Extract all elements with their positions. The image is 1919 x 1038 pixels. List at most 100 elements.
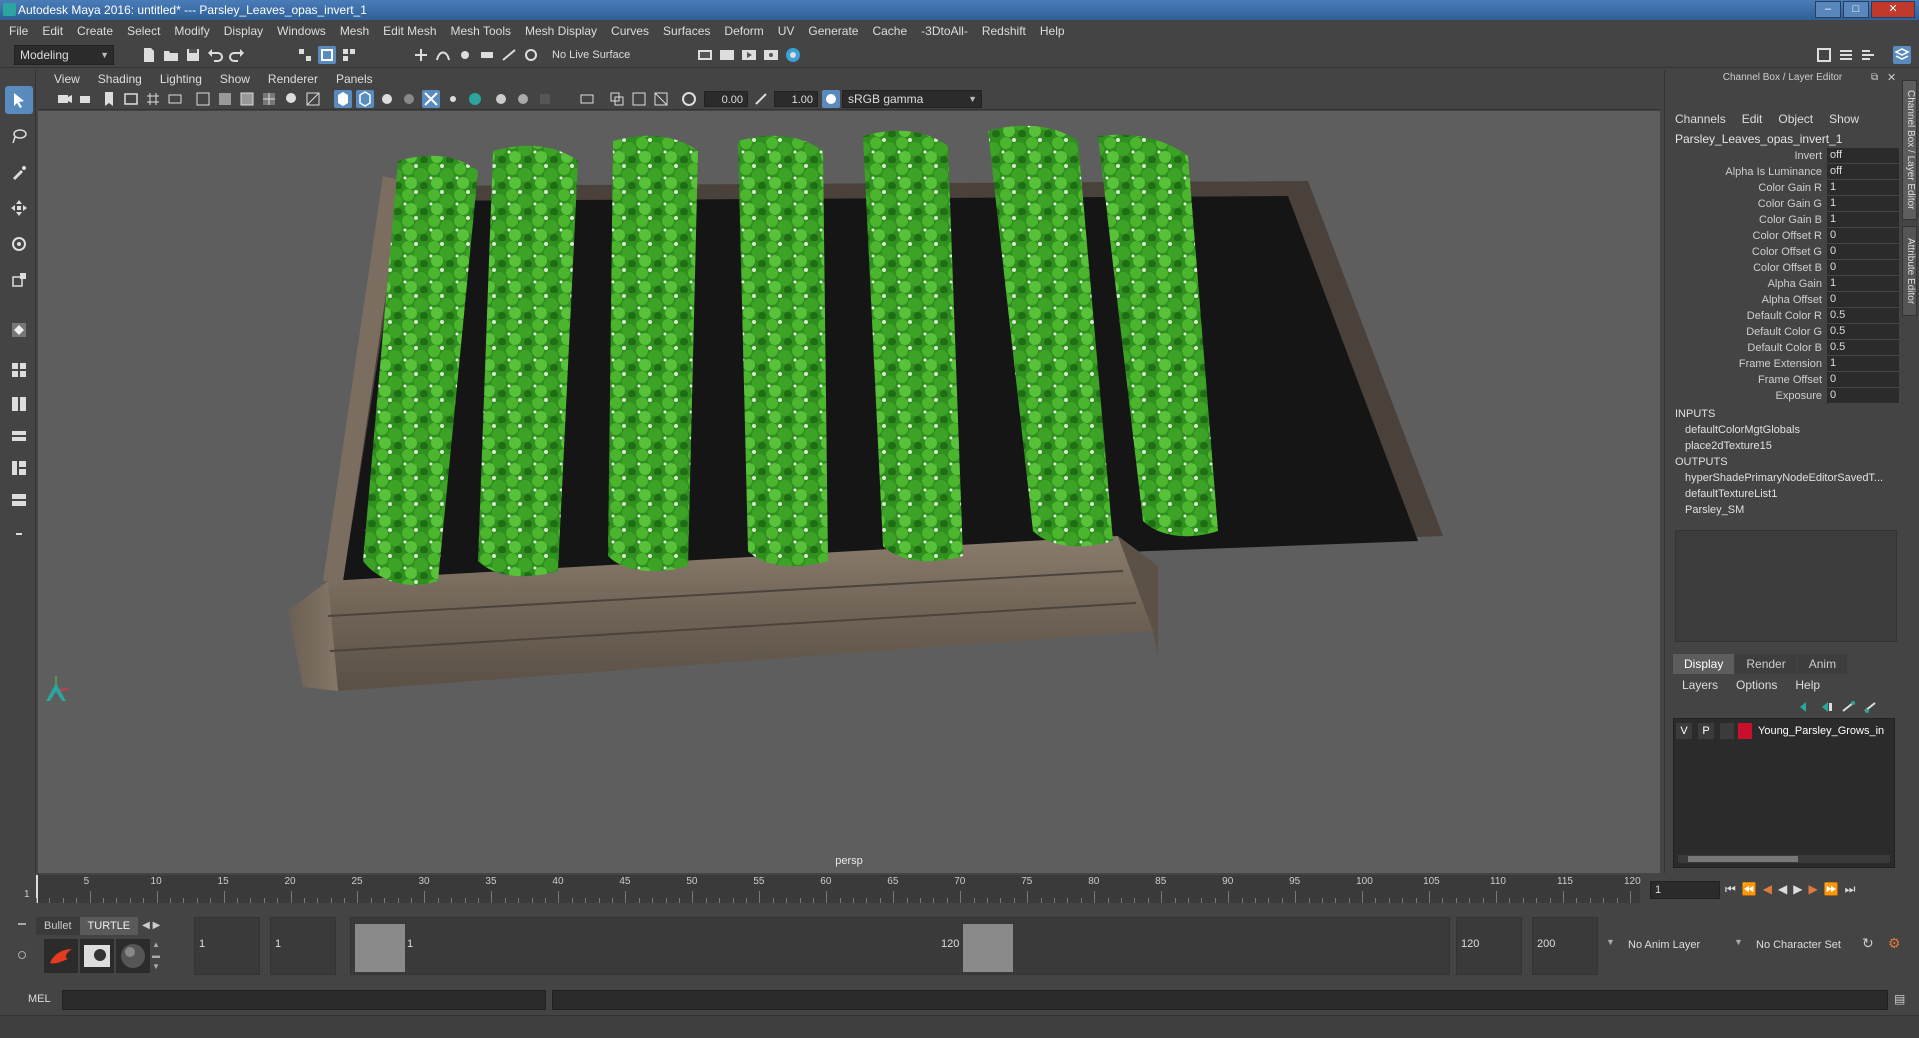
layer-color-swatch[interactable]: [1738, 723, 1752, 739]
move-layer-down-icon[interactable]: [1818, 698, 1836, 716]
attr-row[interactable]: Alpha Offset 0: [1665, 292, 1899, 308]
render-settings-icon[interactable]: [762, 46, 780, 64]
graph-layout-icon[interactable]: [5, 454, 33, 482]
menu-curves[interactable]: Curves: [611, 24, 649, 38]
tab-channel-box[interactable]: Channel Box / Layer Editor: [1902, 80, 1917, 220]
script-editor-icon[interactable]: ▤: [1894, 992, 1905, 1006]
attribute-editor-toggle-icon[interactable]: [1859, 46, 1877, 64]
safe-title-icon[interactable]: [630, 90, 648, 108]
textured-icon[interactable]: [260, 90, 278, 108]
select-component-icon[interactable]: [340, 46, 358, 64]
snap-curve-icon[interactable]: [434, 46, 452, 64]
use-lights-icon[interactable]: [282, 90, 300, 108]
cb-menu-edit[interactable]: Edit: [1742, 112, 1763, 126]
layer-display-type[interactable]: [1720, 723, 1734, 739]
paint-select-tool-icon[interactable]: [5, 158, 33, 186]
output-node[interactable]: defaultTextureList1: [1685, 488, 1777, 500]
range-slider-end-handle[interactable]: [963, 924, 1013, 972]
exposure-icon[interactable]: [680, 90, 698, 108]
lasso-tool-icon[interactable]: [5, 122, 33, 150]
input-node[interactable]: defaultColorMgtGlobals: [1685, 424, 1800, 436]
attr-row[interactable]: Color Gain R1: [1665, 180, 1899, 196]
hypershade-layout-icon[interactable]: [5, 486, 33, 514]
selected-node-name[interactable]: Parsley_Leaves_opas_invert_1: [1675, 132, 1842, 146]
menu-help[interactable]: Help: [1040, 24, 1065, 38]
panel-menu-renderer[interactable]: Renderer: [268, 72, 318, 86]
workspace-icon[interactable]: [1815, 46, 1833, 64]
hud-sphere-icon[interactable]: [492, 90, 510, 108]
cb-menu-channels[interactable]: Channels: [1675, 112, 1726, 126]
depth-of-field-icon[interactable]: [466, 90, 484, 108]
layer-menu-help[interactable]: Help: [1795, 678, 1820, 692]
float-panel-icon[interactable]: ⧉: [1871, 72, 1878, 83]
move-layer-up-icon[interactable]: [1796, 698, 1814, 716]
menu-mesh[interactable]: Mesh: [340, 24, 369, 38]
menu-generate[interactable]: Generate: [808, 24, 858, 38]
menu-redshift[interactable]: Redshift: [982, 24, 1026, 38]
attr-row[interactable]: Frame Offset 0: [1665, 372, 1899, 388]
single-pane-layout-icon[interactable]: [5, 356, 33, 384]
attr-row[interactable]: Color Gain G1: [1665, 196, 1899, 212]
play-forward-icon[interactable]: ▶: [1793, 882, 1802, 897]
view-transform-selector[interactable]: sRGB gamma ▼: [842, 90, 982, 108]
multisample-aa-icon[interactable]: [444, 90, 462, 108]
go-to-end-icon[interactable]: ⏭: [1845, 882, 1856, 897]
save-scene-icon[interactable]: [184, 46, 202, 64]
make-live-icon[interactable]: [522, 46, 540, 64]
film-gate-icon[interactable]: [166, 90, 184, 108]
menu-uv[interactable]: UV: [778, 24, 795, 38]
maximize-button[interactable]: □: [1843, 1, 1869, 18]
range-slider-start-handle[interactable]: [355, 924, 405, 972]
tab-attribute-editor[interactable]: Attribute Editor: [1902, 226, 1917, 316]
tab-display[interactable]: Display: [1673, 654, 1735, 674]
resolution-gate-icon[interactable]: [578, 90, 596, 108]
panel-menu-show[interactable]: Show: [220, 72, 250, 86]
xray-icon[interactable]: [334, 90, 352, 108]
menu-edit-mesh[interactable]: Edit Mesh: [383, 24, 436, 38]
attr-row[interactable]: Alpha Gain 1: [1665, 276, 1899, 292]
wireframe-icon[interactable]: [194, 90, 212, 108]
menu-cache[interactable]: Cache: [872, 24, 907, 38]
attr-row[interactable]: Default Color B 0.5: [1665, 340, 1899, 356]
chevron-down-icon[interactable]: ▼: [1606, 937, 1615, 947]
panel-menu-shading[interactable]: Shading: [98, 72, 142, 86]
shelf-fire-icon[interactable]: [44, 939, 78, 973]
animation-end-field[interactable]: 200: [1532, 917, 1598, 975]
image-plane-icon[interactable]: [122, 90, 140, 108]
menu-surfaces[interactable]: Surfaces: [663, 24, 710, 38]
layer-menu-options[interactable]: Options: [1736, 678, 1777, 692]
close-panel-icon[interactable]: ✕: [1887, 71, 1896, 84]
menu-modify[interactable]: Modify: [174, 24, 209, 38]
move-tool-icon[interactable]: [5, 194, 33, 222]
step-back-key-icon[interactable]: ⏪: [1742, 882, 1757, 897]
layer-playback-toggle[interactable]: P: [1698, 723, 1714, 739]
camera-attributes-icon[interactable]: [78, 90, 96, 108]
attr-row[interactable]: Color Offset G0: [1665, 244, 1899, 260]
attr-row[interactable]: Invert off: [1665, 148, 1899, 164]
output-node[interactable]: hyperShadePrimaryNodeEditorSavedT...: [1685, 472, 1883, 484]
attr-row[interactable]: Alpha Is Luminance off: [1665, 164, 1899, 180]
mode-selector[interactable]: Modeling ▼: [14, 45, 114, 65]
menu-file[interactable]: File: [9, 24, 28, 38]
shelf-tab-bullet[interactable]: Bullet: [36, 917, 80, 935]
animation-start-field[interactable]: 1: [194, 917, 260, 975]
exposure-field[interactable]: 0.00: [704, 91, 748, 107]
attr-row[interactable]: Exposure 0: [1665, 388, 1899, 404]
attr-row[interactable]: Default Color R 0.5: [1665, 308, 1899, 324]
script-language-label[interactable]: MEL: [28, 993, 51, 1005]
menu-edit[interactable]: Edit: [42, 24, 63, 38]
tab-anim[interactable]: Anim: [1797, 654, 1848, 674]
modeling-toolkit-icon[interactable]: [1837, 46, 1855, 64]
current-frame-field[interactable]: 1: [1650, 881, 1720, 899]
step-forward-frame-icon[interactable]: ▶: [1808, 882, 1817, 897]
animation-preferences-icon[interactable]: ⚙: [1888, 935, 1901, 952]
anim-layer-selector[interactable]: No Anim Layer: [1622, 917, 1722, 975]
cb-menu-object[interactable]: Object: [1778, 112, 1813, 126]
panel-menu-view[interactable]: View: [54, 72, 80, 86]
menu-windows[interactable]: Windows: [277, 24, 326, 38]
menu-display[interactable]: Display: [224, 24, 263, 38]
new-layer-from-selection-icon[interactable]: [1862, 698, 1880, 716]
color-management-icon[interactable]: [822, 90, 840, 108]
step-back-frame-icon[interactable]: ◀: [1763, 882, 1772, 897]
hud-sphere-2-icon[interactable]: [514, 90, 532, 108]
